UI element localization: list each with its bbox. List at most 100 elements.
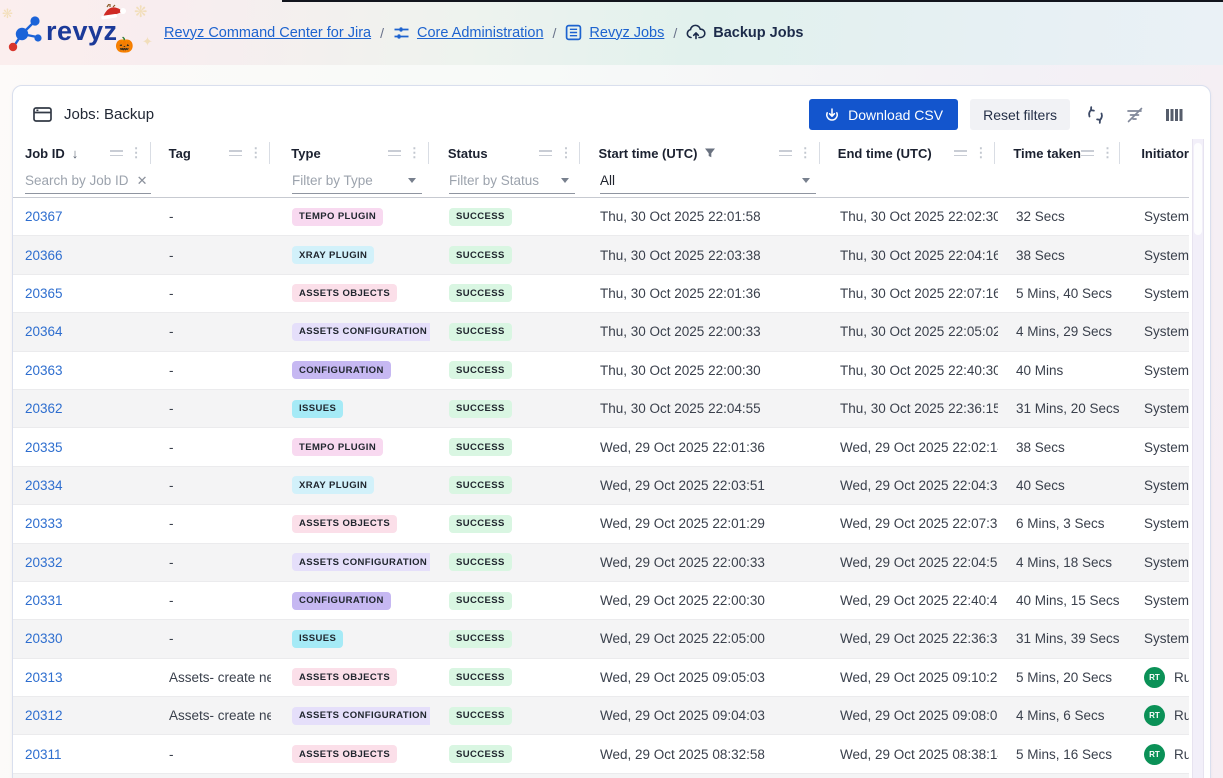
column-header-time-taken[interactable]: Time taken ⋮ bbox=[995, 139, 1120, 167]
job-id-link[interactable]: 20367 bbox=[25, 209, 63, 224]
status-badge: SUCCESS bbox=[449, 515, 512, 533]
job-id-link[interactable]: 20330 bbox=[25, 631, 63, 646]
breadcrumb-item-core-administration[interactable]: Core Administration bbox=[393, 25, 544, 41]
column-resize-handle[interactable] bbox=[779, 150, 792, 156]
scrollbar-thumb[interactable] bbox=[1194, 143, 1202, 235]
job-id-link[interactable]: 20363 bbox=[25, 363, 63, 378]
filter-applied-icon[interactable] bbox=[704, 147, 716, 159]
job-id-link[interactable]: 20333 bbox=[25, 516, 63, 531]
job-id-search-input[interactable]: Search by Job ID bbox=[25, 173, 129, 188]
sort-desc-icon[interactable]: ↓ bbox=[72, 146, 79, 161]
tag-cell: - bbox=[151, 735, 271, 772]
sliders-icon bbox=[393, 25, 410, 41]
start-time-cell: Thu, 30 Oct 2025 22:00:33 bbox=[582, 313, 822, 350]
type-badge: XRAY PLUGIN bbox=[292, 476, 374, 494]
column-header-job-id[interactable]: Job ID ↓ ⋮ bbox=[13, 139, 151, 167]
initiator-cell: System bbox=[1123, 467, 1189, 504]
window-icon bbox=[33, 106, 52, 123]
tag-cell: - bbox=[151, 198, 271, 235]
job-id-link[interactable]: 20331 bbox=[25, 593, 63, 608]
initiator-cell: System bbox=[1123, 505, 1189, 542]
initiator-cell: System bbox=[1123, 428, 1189, 465]
initiator-name: System bbox=[1144, 363, 1189, 378]
column-header-tag[interactable]: Tag ⋮ bbox=[151, 139, 271, 167]
table-scrollbar[interactable] bbox=[1192, 139, 1204, 778]
job-id-link[interactable]: 20362 bbox=[25, 401, 63, 416]
columns-icon[interactable] bbox=[1161, 105, 1188, 125]
journal-icon bbox=[565, 24, 582, 41]
tag-cell: - bbox=[151, 275, 271, 312]
dropdown-caret-icon[interactable] bbox=[408, 178, 416, 183]
job-id-link[interactable]: 20335 bbox=[25, 440, 63, 455]
reset-filters-button[interactable]: Reset filters bbox=[970, 99, 1070, 130]
time-taken-cell: 5 Mins, 20 Secs bbox=[998, 659, 1123, 696]
dropdown-caret-icon[interactable] bbox=[802, 178, 810, 183]
job-id-link[interactable]: 20334 bbox=[25, 478, 63, 493]
molecule-logo-icon bbox=[8, 14, 46, 52]
initiator-cell: System bbox=[1123, 275, 1189, 312]
refresh-icon[interactable] bbox=[1082, 104, 1109, 126]
type-badge: ASSETS CONFIGURATION bbox=[292, 323, 430, 341]
column-menu-icon[interactable]: ⋮ bbox=[249, 148, 262, 158]
tag-cell: - bbox=[151, 467, 271, 504]
window-top-edge bbox=[282, 0, 1223, 2]
column-header-initiator[interactable]: Initiator bbox=[1120, 139, 1189, 167]
column-resize-handle[interactable] bbox=[1081, 150, 1094, 156]
column-header-end-time[interactable]: End time (UTC) ⋮ bbox=[820, 139, 996, 167]
start-time-filter[interactable]: All bbox=[582, 167, 822, 197]
initiator-cell: RT Rup bbox=[1123, 735, 1189, 772]
initiator-cell: System bbox=[1123, 236, 1189, 273]
table-row: 20362 - ISSUES SUCCESS Thu, 30 Oct 2025 … bbox=[13, 390, 1189, 428]
column-menu-icon[interactable]: ⋮ bbox=[1101, 148, 1114, 158]
start-time-cell: Wed, 29 Oct 2025 22:00:33 bbox=[582, 544, 822, 581]
column-header-start-time[interactable]: Start time (UTC) ⋮ bbox=[580, 139, 819, 167]
table-row: 20364 - ASSETS CONFIGURATION SUCCESS Thu… bbox=[13, 313, 1189, 351]
column-resize-handle[interactable] bbox=[229, 150, 242, 156]
column-resize-handle[interactable] bbox=[388, 150, 401, 156]
job-id-link[interactable]: 20332 bbox=[25, 555, 63, 570]
time-taken-cell: 38 Secs bbox=[998, 236, 1123, 273]
start-time-cell: Wed, 29 Oct 2025 22:01:29 bbox=[582, 505, 822, 542]
table-row: 20311 - ASSETS OBJECTS SUCCESS Wed, 29 O… bbox=[13, 735, 1189, 773]
column-menu-icon[interactable]: ⋮ bbox=[559, 148, 572, 158]
filter-off-icon[interactable] bbox=[1121, 104, 1149, 126]
column-menu-icon[interactable]: ⋮ bbox=[974, 148, 987, 158]
time-taken-cell: 40 Mins, 15 Secs bbox=[998, 582, 1123, 619]
job-id-link[interactable]: 20313 bbox=[25, 670, 63, 685]
table-header-row: Job ID ↓ ⋮ Tag ⋮ Type ⋮ bbox=[13, 139, 1189, 167]
column-menu-icon[interactable]: ⋮ bbox=[799, 148, 812, 158]
dropdown-caret-icon[interactable] bbox=[561, 178, 569, 183]
tag-cell: - bbox=[151, 236, 271, 273]
table-row: 20333 - ASSETS OBJECTS SUCCESS Wed, 29 O… bbox=[13, 505, 1189, 543]
end-time-cell: Thu, 30 Oct 2025 22:04:16 bbox=[822, 236, 998, 273]
breadcrumb-item-revyz-jobs[interactable]: Revyz Jobs bbox=[565, 24, 664, 41]
job-id-link[interactable]: 20311 bbox=[25, 747, 62, 762]
start-time-cell: Thu, 30 Oct 2025 22:04:55 bbox=[582, 390, 822, 427]
job-id-link[interactable]: 20312 bbox=[25, 708, 63, 723]
breadcrumb-item-backup-jobs: Backup Jobs bbox=[686, 24, 803, 41]
column-menu-icon[interactable]: ⋮ bbox=[408, 148, 421, 158]
job-id-link[interactable]: 20366 bbox=[25, 248, 63, 263]
status-badge: SUCCESS bbox=[449, 400, 512, 418]
initiator-name: System bbox=[1144, 593, 1189, 608]
status-badge: SUCCESS bbox=[449, 323, 512, 341]
job-id-link[interactable]: 20365 bbox=[25, 286, 63, 301]
column-resize-handle[interactable] bbox=[539, 150, 552, 156]
download-csv-button[interactable]: Download CSV bbox=[809, 99, 958, 130]
initiator-cell: RT Rup bbox=[1123, 659, 1189, 696]
column-menu-icon[interactable]: ⋮ bbox=[130, 148, 143, 158]
job-id-link[interactable]: 20364 bbox=[25, 324, 63, 339]
job-id-filter[interactable]: Search by Job ID ✕ bbox=[13, 167, 151, 197]
column-resize-handle[interactable] bbox=[110, 150, 123, 156]
column-header-type[interactable]: Type ⋮ bbox=[270, 139, 429, 167]
table-row-partial bbox=[13, 774, 1189, 778]
type-filter[interactable]: Filter by Type bbox=[271, 167, 430, 197]
start-time-cell: Thu, 30 Oct 2025 22:01:36 bbox=[582, 275, 822, 312]
clear-search-icon[interactable]: ✕ bbox=[137, 173, 148, 189]
column-resize-handle[interactable] bbox=[954, 150, 967, 156]
end-time-cell: Thu, 30 Oct 2025 22:02:30 bbox=[822, 198, 998, 235]
breadcrumb-item-command-center[interactable]: Revyz Command Center for Jira bbox=[164, 25, 371, 41]
status-filter[interactable]: Filter by Status bbox=[430, 167, 582, 197]
status-badge: SUCCESS bbox=[449, 668, 512, 686]
column-header-status[interactable]: Status ⋮ bbox=[429, 139, 581, 167]
